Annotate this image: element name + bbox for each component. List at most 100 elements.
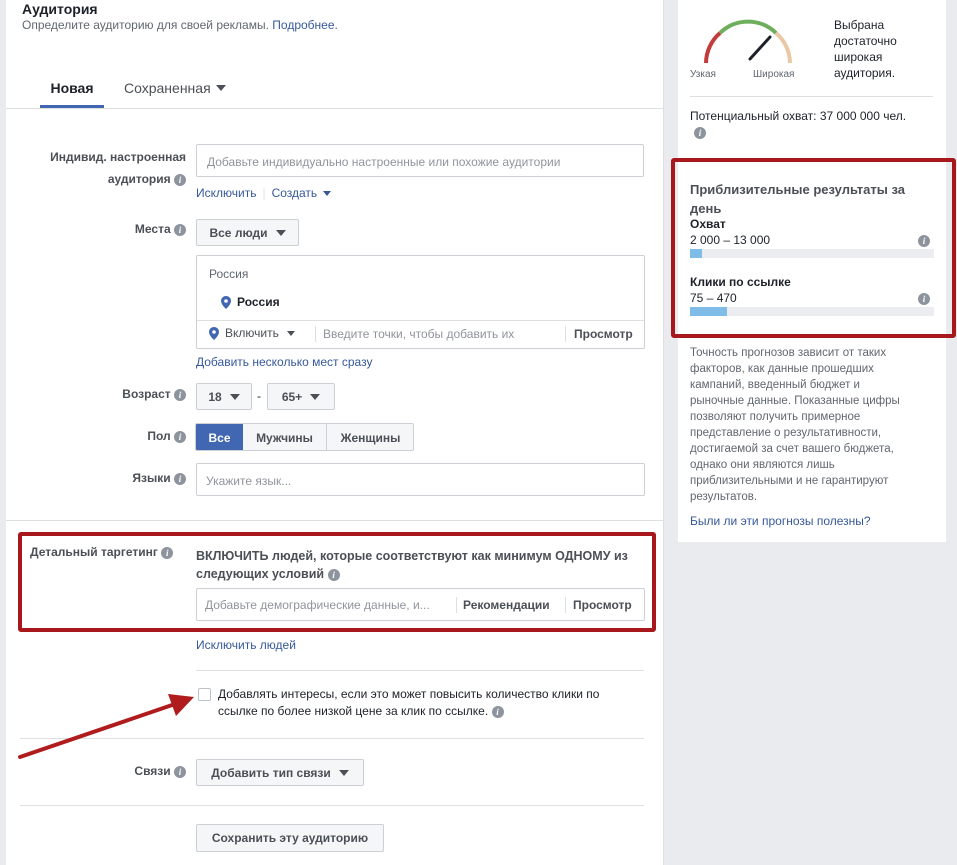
locations-label: Места i xyxy=(20,222,186,236)
gender-label: Пол i xyxy=(20,429,186,443)
include-dropdown-label: Включить xyxy=(225,326,279,340)
gauge-divider xyxy=(690,96,933,97)
section-subtitle: Определите аудиторию для своей рекламы. … xyxy=(22,18,338,32)
pointer-arrow-icon xyxy=(18,694,194,759)
subtitle-text: Определите аудиторию для своей рекламы. xyxy=(22,18,269,32)
age-label: Возраст i xyxy=(20,387,186,401)
status-line2: достаточно xyxy=(834,34,897,48)
custom-audience-placeholder: Добавьте индивидуально настроенные или п… xyxy=(207,155,561,169)
info-icon[interactable]: i xyxy=(174,472,186,485)
chevron-down-icon xyxy=(229,393,240,400)
status-line3: широкая xyxy=(834,50,883,64)
detailed-targeting-highlight xyxy=(18,532,656,632)
gender-men-option[interactable]: Мужчины xyxy=(243,424,327,450)
info-icon[interactable]: i xyxy=(491,705,504,718)
info-icon[interactable]: i xyxy=(694,127,706,139)
age-label-text: Возраст xyxy=(122,387,171,401)
location-pin-icon xyxy=(209,326,219,340)
include-dropdown[interactable]: Включить xyxy=(209,326,295,340)
separator: | xyxy=(262,186,266,200)
age-min-dropdown[interactable]: 18 xyxy=(196,383,252,410)
section-divider xyxy=(6,520,664,521)
age-dash: - xyxy=(257,389,261,403)
disclaimer-line: результатов. xyxy=(690,491,758,503)
expansion-text-line1: Добавлять интересы, если это может повыс… xyxy=(218,687,600,701)
chevron-down-icon xyxy=(338,769,349,776)
age-min-value: 18 xyxy=(208,389,222,404)
disclaimer-line: представление о результативности, xyxy=(690,427,882,439)
connections-divider xyxy=(20,805,644,806)
tab-saved-label: Сохраненная xyxy=(124,80,211,96)
tab-new[interactable]: Новая xyxy=(40,72,104,108)
save-audience-button[interactable]: Сохранить эту аудиторию xyxy=(196,824,384,852)
disclaimer-line: однако они являются лишь xyxy=(690,459,835,471)
chevron-down-icon xyxy=(275,229,286,236)
include-divider xyxy=(315,326,316,342)
location-pin-icon xyxy=(221,295,231,309)
disclaimer-line: позволяют получить примерное xyxy=(690,411,861,423)
tab-new-label: Новая xyxy=(50,80,94,96)
bulk-locations-link[interactable]: Добавить несколько мест сразу xyxy=(196,355,372,369)
locations-dropdown-label: Все люди xyxy=(209,225,268,240)
languages-placeholder: Укажите язык... xyxy=(206,474,292,488)
selected-location[interactable]: Россия xyxy=(221,295,280,309)
custom-audience-label-line2: аудитория i xyxy=(20,168,186,190)
tabs-divider xyxy=(6,108,664,109)
connections-dropdown-label: Добавить тип связи xyxy=(211,765,331,780)
custom-audience-input[interactable]: Добавьте индивидуально настроенные или п… xyxy=(196,144,644,177)
chevron-down-icon xyxy=(310,393,321,400)
exclude-link[interactable]: Исключить xyxy=(196,186,256,200)
forecast-disclaimer: Точность прогнозов зависит от таких факт… xyxy=(690,345,900,505)
info-icon[interactable]: i xyxy=(174,430,186,443)
locations-box: Россия Россия Включить Введите точки, чт… xyxy=(196,255,645,349)
expansion-text: Добавлять интересы, если это может повыс… xyxy=(218,686,599,720)
chevron-down-icon xyxy=(286,330,295,336)
custom-audience-label-text: аудитория xyxy=(107,172,171,186)
location-search-input[interactable]: Введите точки, чтобы добавить их xyxy=(323,327,514,341)
selected-location-label: Россия xyxy=(237,295,280,309)
custom-audience-label-line1: Индивид. настроенная xyxy=(50,150,186,164)
info-icon[interactable]: i xyxy=(174,223,186,236)
locations-browse-button[interactable]: Просмотр xyxy=(574,327,633,341)
status-line1: Выбрана xyxy=(834,18,885,32)
exclude-people-link[interactable]: Исключить людей xyxy=(196,638,296,652)
audience-gauge-icon xyxy=(704,19,792,64)
expansion-divider-top xyxy=(196,670,644,671)
custom-audience-label: Индивид. настроенная аудитория i xyxy=(20,146,186,190)
gauge-broad-label: Широкая xyxy=(753,69,795,80)
chevron-down-icon xyxy=(215,85,226,91)
forecast-feedback-link[interactable]: Были ли эти прогнозы полезны? xyxy=(690,514,871,528)
create-link[interactable]: Создать xyxy=(272,186,318,200)
info-icon[interactable]: i xyxy=(174,388,186,401)
disclaimer-line: кампаний, введенный бюджет и xyxy=(690,379,860,391)
chevron-down-icon xyxy=(323,190,332,196)
tab-saved[interactable]: Сохраненная xyxy=(124,72,226,108)
gender-women-option[interactable]: Женщины xyxy=(327,424,413,450)
connections-dropdown[interactable]: Добавить тип связи xyxy=(196,759,364,786)
gauge-narrow-label: Узкая xyxy=(690,69,716,80)
gender-label-text: Пол xyxy=(147,429,171,443)
languages-input[interactable]: Укажите язык... xyxy=(196,463,645,496)
audience-size-status: Выбрана достаточно широкая аудитория. xyxy=(834,17,897,81)
disclaimer-line: приблизительными и не гарантируют xyxy=(690,475,889,487)
disclaimer-line: Точность прогнозов зависит от таких xyxy=(690,347,887,359)
gender-men-label: Мужчины xyxy=(256,431,313,445)
estimated-results-highlight xyxy=(671,158,956,338)
expansion-text-line2-text: ссылке по более низкой цене за клик по с… xyxy=(218,704,489,718)
country-header: Россия xyxy=(209,267,249,281)
age-max-dropdown[interactable]: 65+ xyxy=(267,383,335,410)
age-max-value: 65+ xyxy=(281,389,303,404)
expansion-text-line2: ссылке по более низкой цене за клик по с… xyxy=(218,703,599,720)
gender-women-label: Женщины xyxy=(340,431,401,445)
learn-more-link[interactable]: Подробнее. xyxy=(272,18,338,32)
disclaimer-line: факторов, как данные прошедших xyxy=(690,363,874,375)
languages-label: Языки i xyxy=(20,471,186,485)
gender-all-option[interactable]: Все xyxy=(196,424,243,450)
info-icon[interactable]: i xyxy=(174,173,186,186)
locations-dropdown[interactable]: Все люди xyxy=(196,219,299,246)
potential-reach: Потенциальный охват: 37 000 000 чел. xyxy=(690,109,907,123)
gender-selector: Все Мужчины Женщины xyxy=(195,423,414,451)
section-title: Аудитория xyxy=(22,1,98,17)
locations-inner-divider xyxy=(197,320,644,321)
disclaimer-line: достигаемой за счет вашего бюджета, xyxy=(690,443,894,455)
